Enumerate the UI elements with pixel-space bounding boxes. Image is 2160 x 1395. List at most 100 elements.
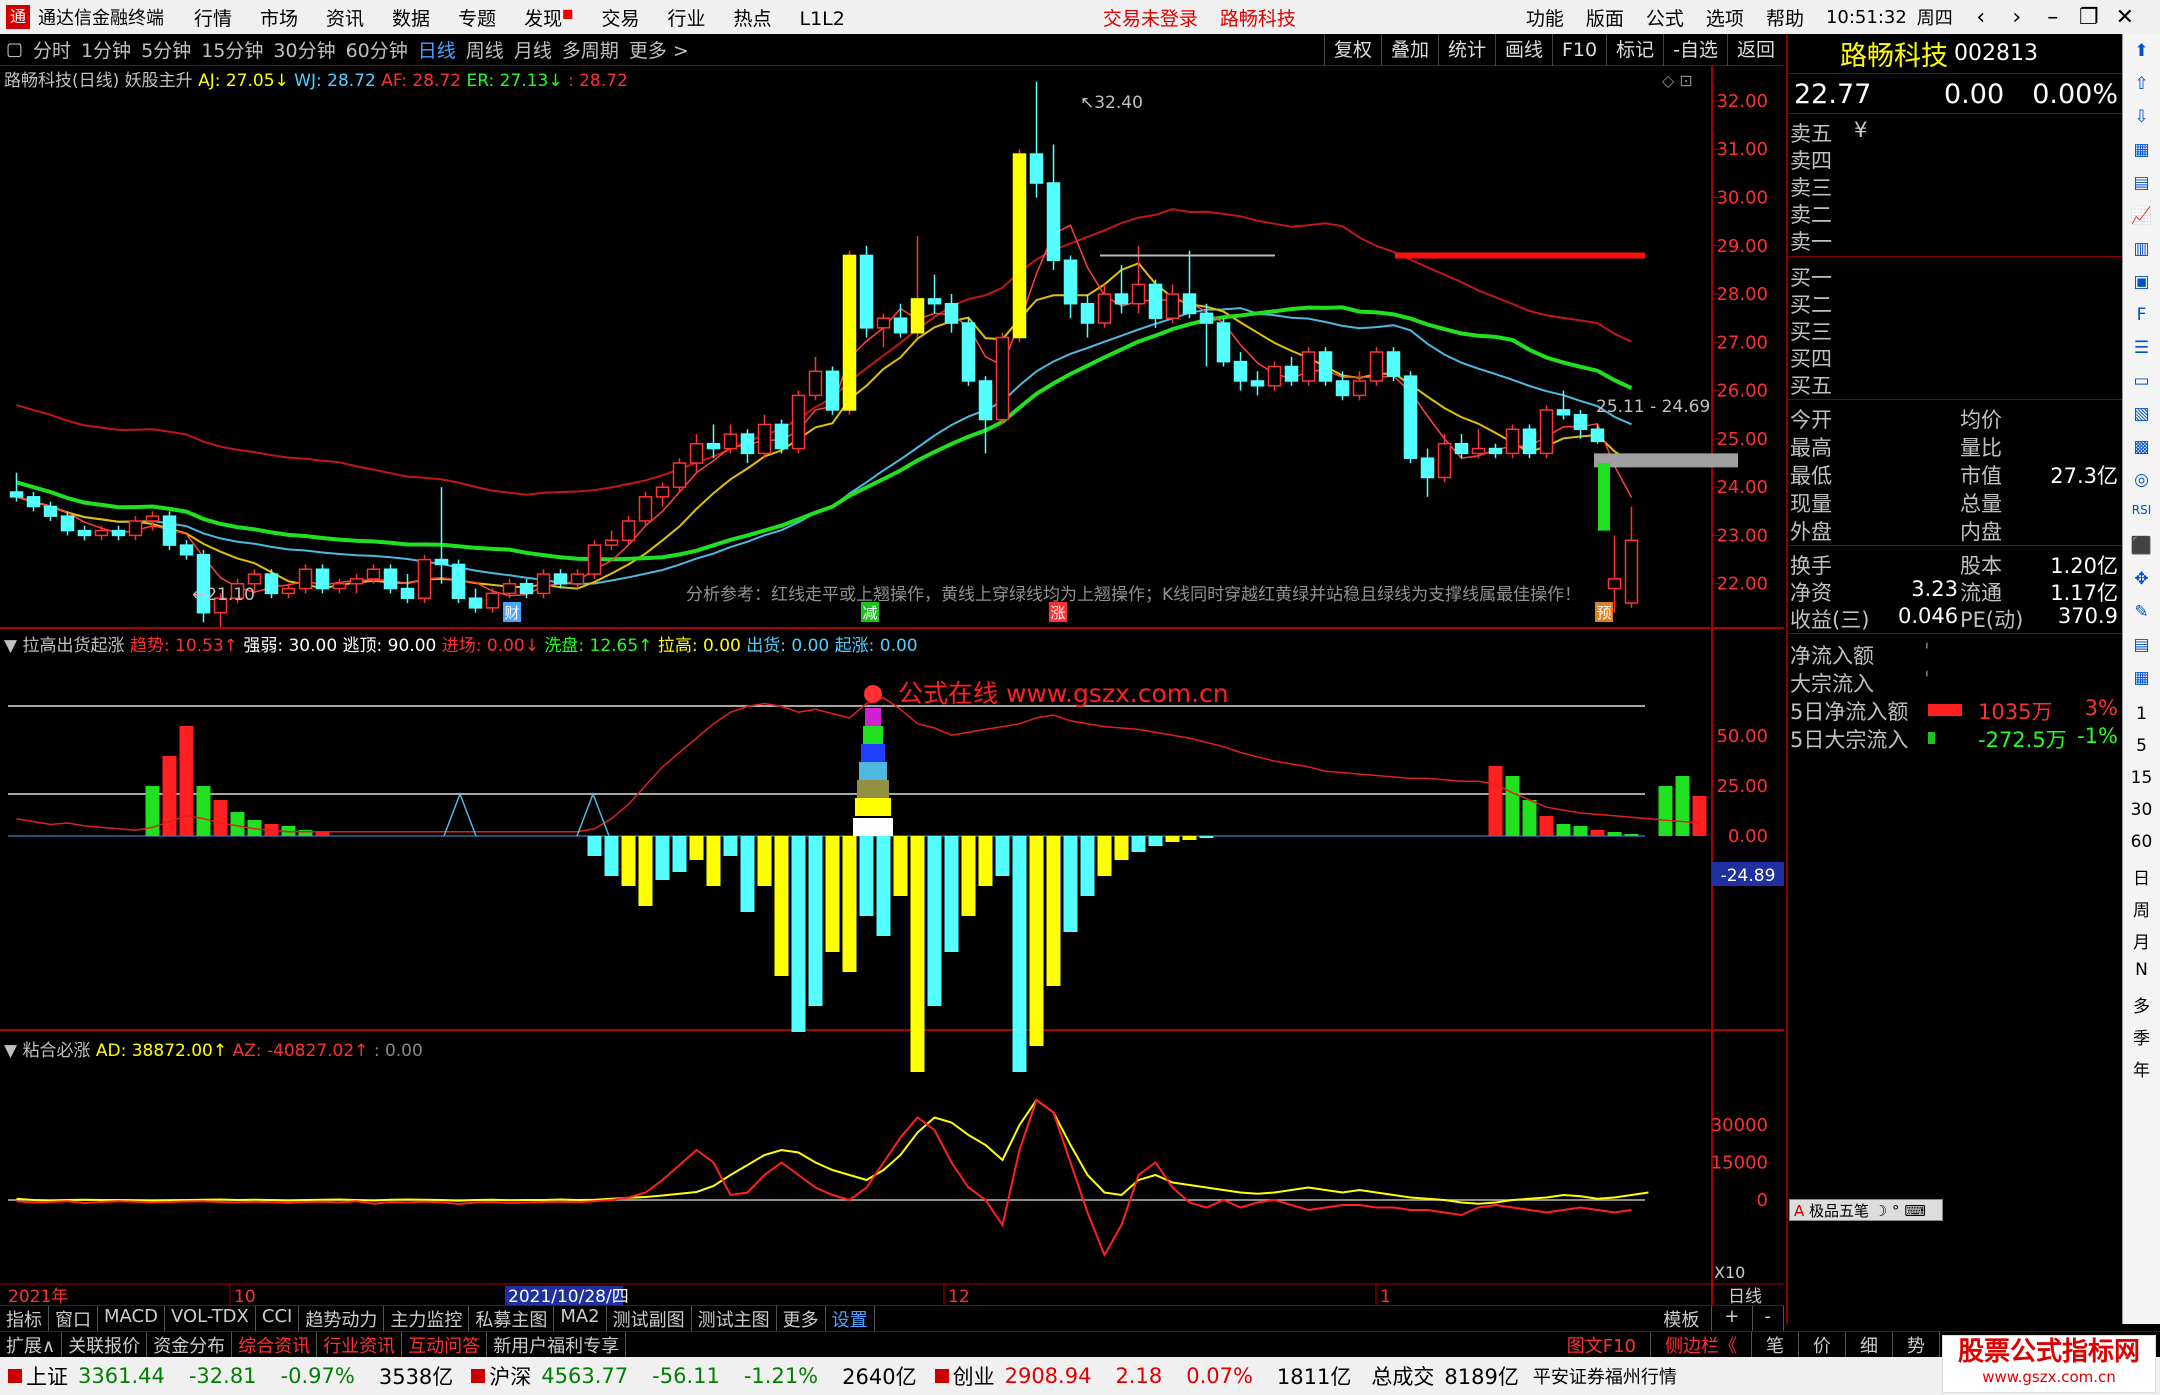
- sidebar-news-icon[interactable]: ▣: [2128, 272, 2156, 298]
- sidebar-period-1[interactable]: 5: [2128, 736, 2156, 758]
- login-status[interactable]: 交易未登录: [1103, 4, 1198, 31]
- sidebar-kline-icon[interactable]: ▥: [2128, 239, 2156, 265]
- sidebar-table-icon[interactable]: ▤: [2128, 173, 2156, 199]
- event-marker-0[interactable]: 财: [503, 602, 521, 622]
- restore-icon[interactable]: ❐: [2071, 5, 2107, 30]
- period-tab-7[interactable]: 周线: [466, 36, 504, 63]
- sidebar-period-6[interactable]: 周: [2128, 896, 2156, 921]
- menu-item-0[interactable]: 行情: [194, 4, 232, 31]
- period-tab-0[interactable]: 分时: [33, 36, 71, 63]
- sidebar-f10-icon[interactable]: F: [2128, 305, 2156, 331]
- ext-tab-5[interactable]: 互动问答: [402, 1331, 488, 1358]
- sidebar-period-10[interactable]: 季: [2128, 1024, 2156, 1049]
- forward-icon[interactable]: ›: [1999, 5, 2035, 30]
- sidebar-fs-icon[interactable]: ▧: [2128, 404, 2156, 430]
- ext-right-tab-3[interactable]: 价: [1799, 1331, 1846, 1358]
- ext-tab-6[interactable]: 新用户福利专享: [487, 1331, 627, 1358]
- ext-right-tab-1[interactable]: 侧边栏《: [1651, 1331, 1752, 1358]
- menu-item-9[interactable]: L1L2: [799, 8, 844, 30]
- rmenu-item-0[interactable]: 功能: [1526, 4, 1564, 31]
- indicator-tab-8[interactable]: MA2: [554, 1305, 607, 1332]
- index-name-1[interactable]: 沪深: [489, 1361, 531, 1391]
- indicator-tab-3[interactable]: VOL-TDX: [165, 1305, 256, 1332]
- period-tab-9[interactable]: 多周期: [562, 36, 619, 63]
- chart-settings-icon[interactable]: ◇ ⊡: [1662, 71, 1693, 90]
- index-name-0[interactable]: 上证: [26, 1361, 68, 1391]
- period-tab-8[interactable]: 月线: [514, 36, 552, 63]
- menu-item-5[interactable]: 发现■: [524, 4, 573, 31]
- sidebar-arrow-down-icon[interactable]: ⇩: [2128, 107, 2156, 133]
- sidebar-period-9[interactable]: 多: [2128, 992, 2156, 1017]
- ext-right-tab-4[interactable]: 细: [1846, 1331, 1893, 1358]
- sidebar-period-2[interactable]: 15: [2128, 768, 2156, 790]
- ext-tab-3[interactable]: 综合资讯: [232, 1331, 318, 1358]
- sidebar-doc-icon[interactable]: ▭: [2128, 371, 2156, 397]
- template-btn-1[interactable]: +: [1712, 1305, 1753, 1332]
- back-icon[interactable]: ‹: [1963, 5, 1999, 30]
- close-icon[interactable]: ✕: [2107, 5, 2143, 30]
- rmenu-item-2[interactable]: 公式: [1646, 4, 1684, 31]
- period-tab-2[interactable]: 5分钟: [141, 36, 191, 63]
- ext-tab-1[interactable]: 关联报价: [62, 1331, 148, 1358]
- indicator-tab-12[interactable]: 设置: [826, 1305, 875, 1332]
- sidebar-grid-icon[interactable]: ▩: [2128, 437, 2156, 463]
- menu-item-1[interactable]: 市场: [260, 4, 298, 31]
- indicator-tab-10[interactable]: 测试主图: [692, 1305, 777, 1332]
- tool-2[interactable]: 统计: [1437, 34, 1495, 66]
- menu-item-7[interactable]: 行业: [667, 4, 705, 31]
- ext-tab-4[interactable]: 行业资讯: [317, 1331, 403, 1358]
- event-marker-3[interactable]: 预: [1595, 602, 1613, 622]
- menu-item-2[interactable]: 资讯: [326, 4, 364, 31]
- ext-right-tab-2[interactable]: 笔: [1752, 1331, 1799, 1358]
- event-marker-1[interactable]: 减: [861, 602, 879, 622]
- indicator-tab-4[interactable]: CCI: [256, 1305, 300, 1332]
- tool-7[interactable]: 返回: [1726, 34, 1784, 66]
- sidebar-circle-icon[interactable]: ◎: [2128, 470, 2156, 496]
- sidebar-period-7[interactable]: 月: [2128, 928, 2156, 953]
- tool-3[interactable]: 画线: [1494, 34, 1552, 66]
- menu-item-4[interactable]: 专题: [458, 4, 496, 31]
- sidebar-up-icon[interactable]: ⬆: [2128, 41, 2156, 67]
- sidebar-move-icon[interactable]: ✥: [2128, 569, 2156, 595]
- indicator-tab-0[interactable]: 指标: [0, 1305, 49, 1332]
- period-tab-4[interactable]: 30分钟: [273, 36, 335, 63]
- indicator-tab-1[interactable]: 窗口: [49, 1305, 98, 1332]
- tool-1[interactable]: 叠加: [1380, 34, 1438, 66]
- rmenu-item-1[interactable]: 版面: [1586, 4, 1624, 31]
- sidebar-stock-icon[interactable]: ⬛: [2128, 536, 2156, 562]
- sidebar-fs2-icon[interactable]: ▤: [2128, 635, 2156, 661]
- period-tab-3[interactable]: 15分钟: [201, 36, 263, 63]
- indicator-tab-9[interactable]: 测试副图: [607, 1305, 692, 1332]
- ext-right-tab-0[interactable]: 图文F10: [1553, 1331, 1651, 1358]
- indicator-tab-11[interactable]: 更多: [777, 1305, 826, 1332]
- sidebar-period-5[interactable]: 日: [2128, 864, 2156, 889]
- event-marker-2[interactable]: 涨: [1049, 602, 1067, 622]
- tool-6[interactable]: -自选: [1663, 34, 1727, 66]
- menu-item-6[interactable]: 交易: [601, 4, 639, 31]
- sidebar-chart-icon[interactable]: ▦: [2128, 668, 2156, 694]
- indicator-tab-2[interactable]: MACD: [98, 1305, 165, 1332]
- ime-bar[interactable]: A 极品五笔 ☽ ° ⌨: [1789, 1199, 1943, 1221]
- sidebar-period-3[interactable]: 30: [2128, 800, 2156, 822]
- ext-tab-2[interactable]: 资金分布: [147, 1331, 233, 1358]
- collapse-icon[interactable]: ▢: [6, 39, 23, 60]
- sidebar-line-chart-icon[interactable]: 📈: [2128, 206, 2156, 232]
- rmenu-item-3[interactable]: 选项: [1706, 4, 1744, 31]
- indicator-tab-5[interactable]: 趋势动力: [299, 1305, 385, 1332]
- menu-item-8[interactable]: 热点: [733, 4, 771, 31]
- minimize-icon[interactable]: –: [2035, 5, 2071, 30]
- index-name-2[interactable]: 创业: [953, 1361, 995, 1391]
- indicator-tab-7[interactable]: 私募主图: [469, 1305, 555, 1332]
- ext-tab-0[interactable]: 扩展∧: [0, 1331, 63, 1358]
- sidebar-arrow-up-icon[interactable]: ⇧: [2128, 74, 2156, 100]
- tool-5[interactable]: 标记: [1606, 34, 1663, 66]
- menu-item-3[interactable]: 数据: [392, 4, 430, 31]
- sidebar-period-8[interactable]: N: [2128, 960, 2156, 982]
- sidebar-period-0[interactable]: 1: [2128, 704, 2156, 726]
- tool-4[interactable]: F10: [1552, 34, 1606, 66]
- period-tab-10[interactable]: 更多 >: [629, 36, 689, 63]
- period-tab-6[interactable]: 日线: [418, 36, 456, 63]
- template-btn-0[interactable]: 模板: [1651, 1305, 1713, 1332]
- rmenu-item-4[interactable]: 帮助: [1766, 4, 1804, 31]
- period-tab-5[interactable]: 60分钟: [346, 36, 408, 63]
